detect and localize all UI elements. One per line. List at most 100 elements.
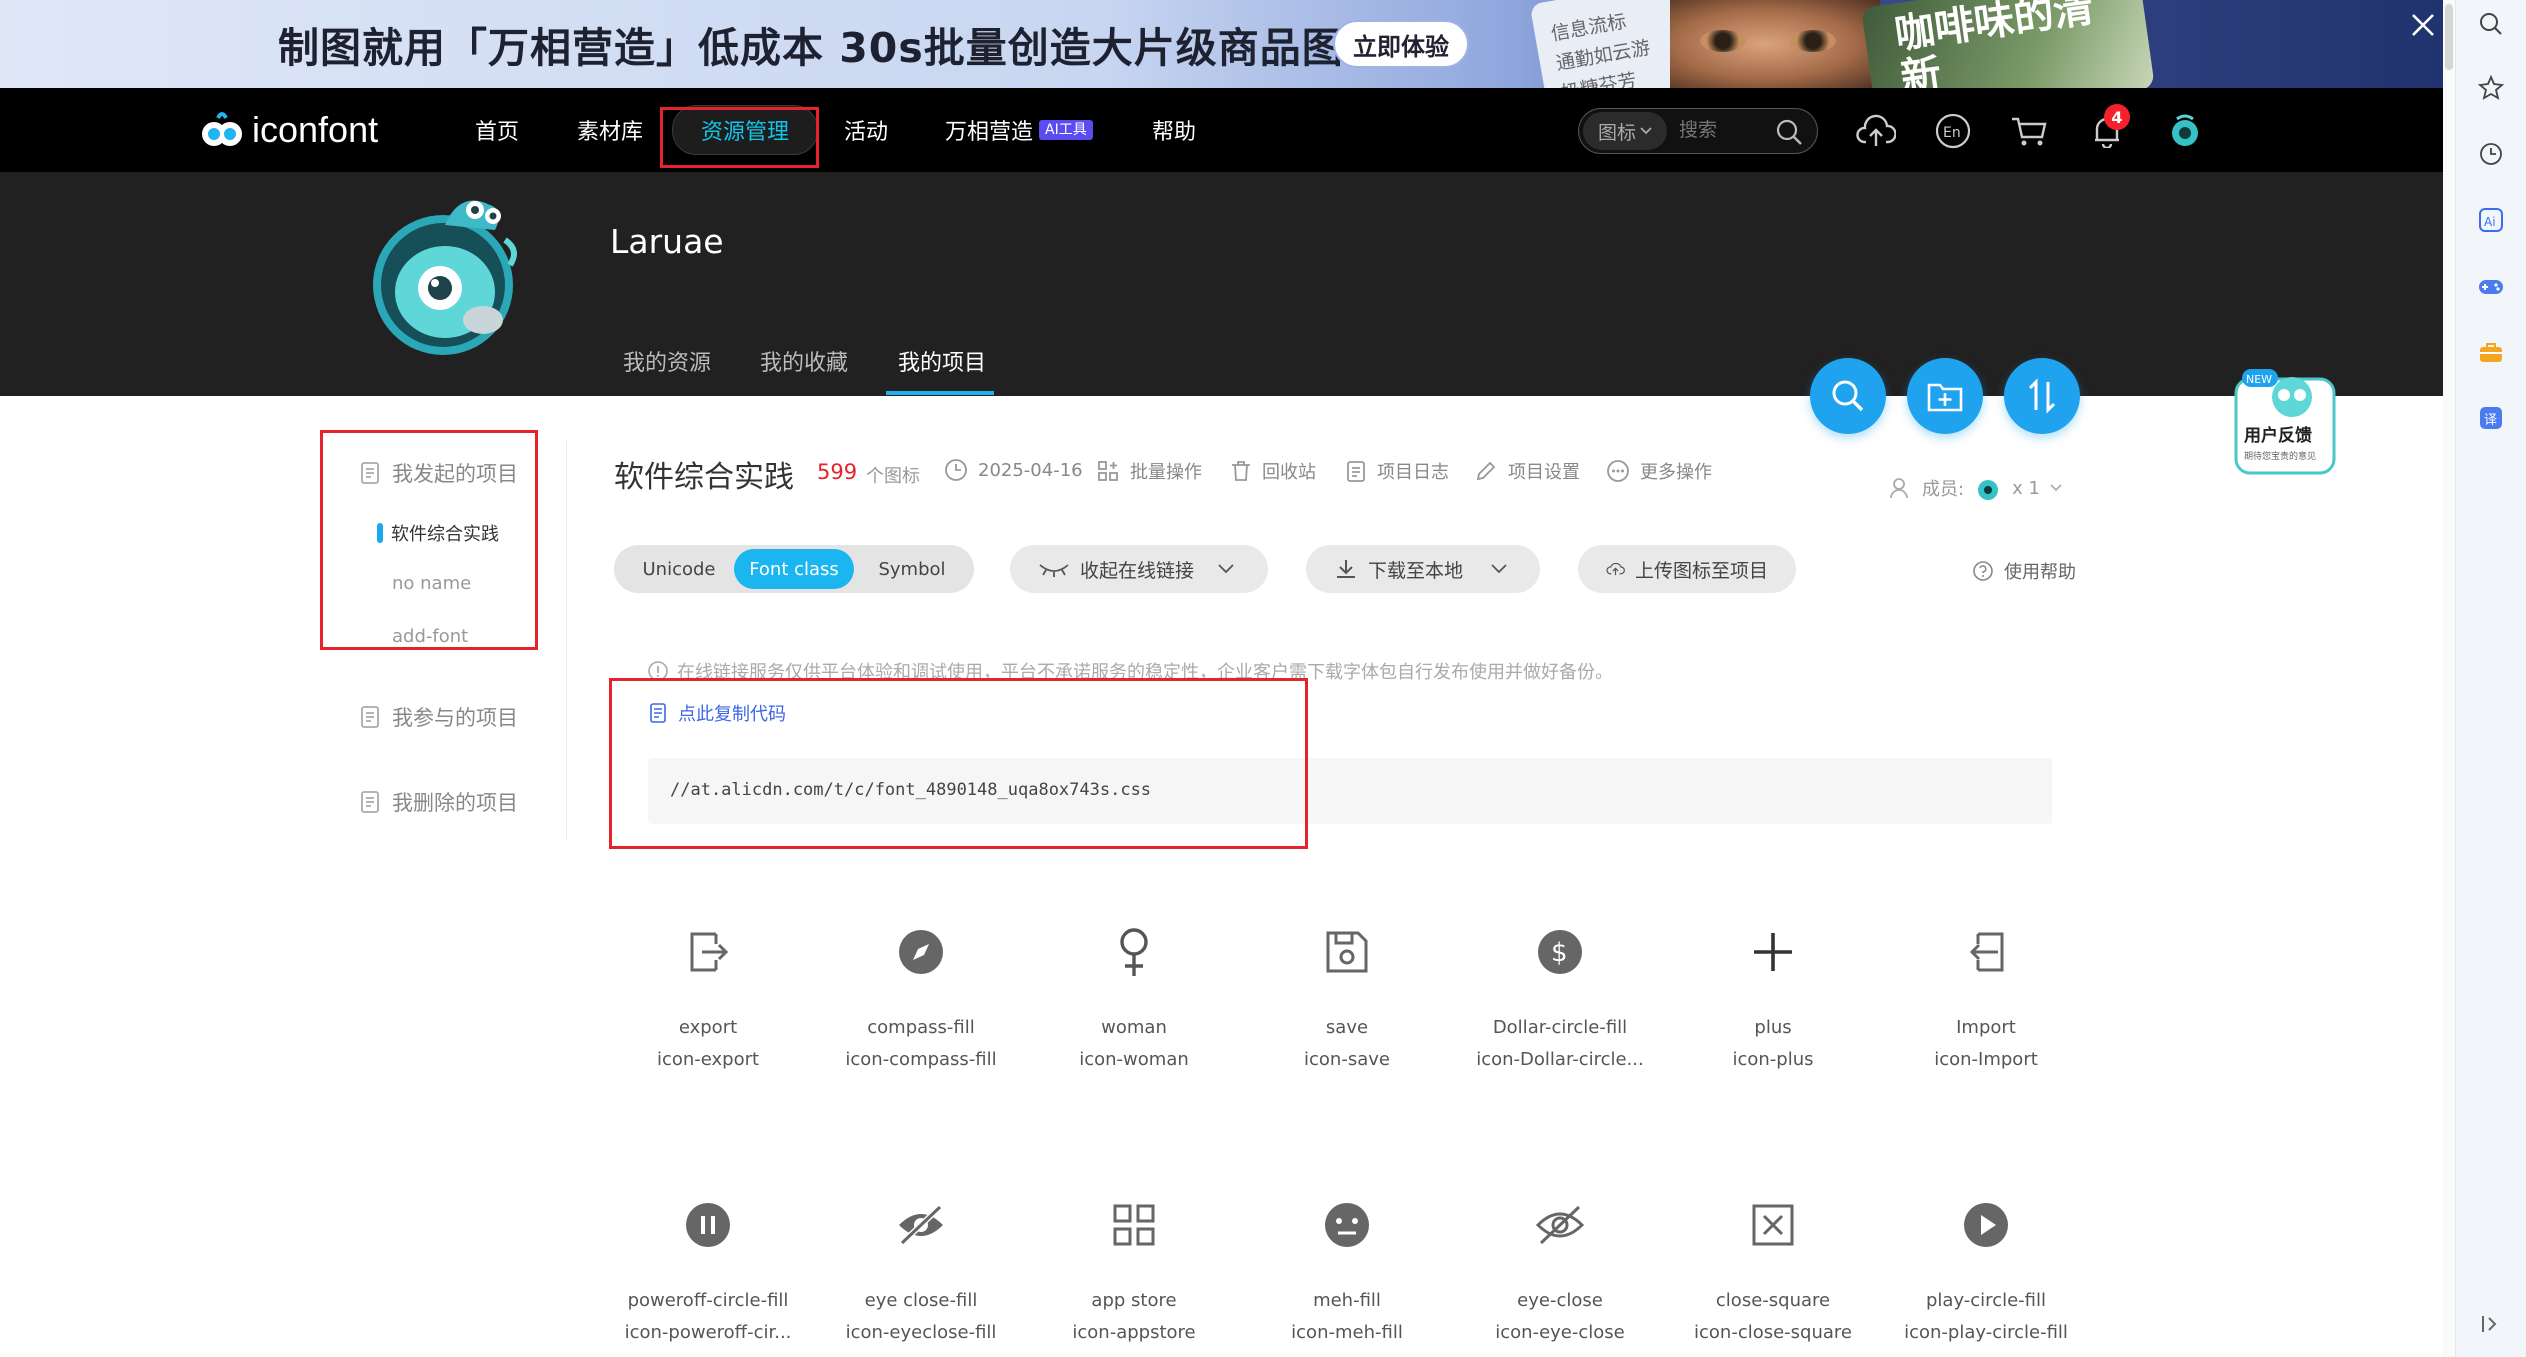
svg-text:En: En	[1943, 125, 1961, 141]
nav-item-library[interactable]: 素材库	[577, 88, 643, 172]
tab-my-favorites[interactable]: 我的收藏	[760, 345, 848, 377]
icon-name: export	[678, 1017, 738, 1038]
icon-card[interactable]: eye-close icon-eye-close	[1470, 1197, 1650, 1357]
promo-banner[interactable]: 制图就用「万相营造」低成本 30s批量创造大片级商品图 立即体验 信息流标 通勤…	[0, 0, 2443, 88]
banner-cta-button[interactable]: 立即体验	[1333, 20, 1469, 68]
icon-card[interactable]: play-circle-fill icon-play-circle-fill	[1896, 1197, 2076, 1357]
tab-my-resources[interactable]: 我的资源	[623, 345, 711, 377]
icon-card[interactable]: save icon-save	[1257, 924, 1437, 1104]
icon-card[interactable]: eye close-fill icon-eyeclose-fill	[831, 1197, 1011, 1357]
import-icon	[1958, 924, 2014, 980]
members-count: x 1	[2012, 477, 2040, 499]
icon-name: plus	[1754, 1017, 1792, 1038]
icon-card[interactable]: close-square icon-close-square	[1683, 1197, 1863, 1357]
recycle-bin-button[interactable]: 回收站	[1230, 458, 1316, 484]
project-log-button[interactable]: 项目日志	[1345, 458, 1449, 484]
toolbox-icon[interactable]	[2473, 334, 2509, 370]
icon-card[interactable]: compass-fill icon-compass-fill	[831, 924, 1011, 1104]
icon-name: play-circle-fill	[1926, 1290, 2046, 1311]
star-icon[interactable]	[2473, 70, 2509, 106]
icon-card[interactable]: meh-fill icon-meh-fill	[1257, 1197, 1437, 1357]
search-input[interactable]	[1679, 120, 1779, 142]
feedback-widget[interactable]: NEW 用户反馈 期待您宝贵的意见	[2232, 365, 2338, 477]
project-date: 2025-04-16	[944, 458, 1083, 482]
ai-assistant-icon[interactable]: Ai	[2473, 202, 2509, 238]
browser-side-panel: Ai 译	[2455, 0, 2526, 1357]
gamepad-icon[interactable]	[2473, 268, 2509, 304]
feedback-sub: 期待您宝贵的意见	[2244, 450, 2316, 462]
logo-text: iconfont	[252, 109, 379, 150]
icon-card[interactable]: poweroff-circle-fill icon-poweroff-cir..…	[618, 1197, 798, 1357]
appstore-icon	[1106, 1197, 1162, 1253]
banner-close-icon[interactable]	[2406, 8, 2440, 42]
batch-operation-button[interactable]: 批量操作	[1096, 458, 1202, 484]
collapse-online-link-button[interactable]: 收起在线链接	[1010, 545, 1268, 593]
banner-headline: 制图就用「万相营造」低成本 30s批量创造大片级商品图	[278, 24, 1344, 72]
collapse-panel-icon[interactable]	[2473, 1306, 2509, 1342]
upload-cloud-icon[interactable]	[1855, 110, 1897, 152]
icon-name: compass-fill	[867, 1017, 975, 1038]
icon-card[interactable]: woman icon-woman	[1044, 924, 1224, 1104]
language-en-icon[interactable]: En	[1932, 110, 1974, 152]
upload-icons-button[interactable]: 上传图标至项目	[1578, 545, 1796, 593]
search-icon[interactable]	[1775, 118, 1803, 146]
icon-name: poweroff-circle-fill	[627, 1290, 789, 1311]
icon-card[interactable]: app store icon-appstore	[1044, 1197, 1224, 1357]
icon-name: meh-fill	[1313, 1290, 1381, 1311]
project-members[interactable]: 成员: x 1	[1890, 474, 2062, 502]
iconfont-logo[interactable]: iconfont	[200, 108, 378, 152]
download-icon	[1337, 560, 1355, 578]
project-settings-button[interactable]: 项目设置	[1474, 458, 1580, 484]
user-avatar-icon[interactable]	[2164, 110, 2206, 152]
more-operations-button[interactable]: 更多操作	[1606, 458, 1712, 484]
tab-symbol[interactable]: Symbol	[854, 549, 970, 589]
cart-icon[interactable]	[2008, 110, 2050, 152]
icon-name: eye close-fill	[864, 1290, 978, 1311]
tab-unicode[interactable]: Unicode	[620, 549, 738, 589]
member-avatar-icon	[1978, 480, 1999, 500]
icon-card[interactable]: plus icon-plus	[1683, 924, 1863, 1104]
search-fab-button[interactable]	[1810, 358, 1886, 434]
nav-item-home[interactable]: 首页	[475, 88, 519, 172]
search-scope-label: 图标	[1597, 121, 1636, 144]
icon-card[interactable]: export icon-export	[618, 924, 798, 1104]
more-icon	[1607, 460, 1629, 482]
chevron-down-icon	[2050, 484, 2062, 492]
tab-font-class[interactable]: Font class	[734, 549, 854, 589]
icon-card[interactable]: Import icon-Import	[1896, 924, 2076, 1104]
save-icon	[1319, 924, 1375, 980]
feedback-label: 用户反馈	[2244, 425, 2312, 446]
feedback-new-tag: NEW	[2246, 373, 2272, 386]
usage-help-link[interactable]: 使用帮助	[1972, 558, 2076, 584]
pause-circle-icon	[680, 1197, 736, 1253]
tab-my-projects[interactable]: 我的项目	[898, 345, 986, 377]
search-scope-select[interactable]: 图标	[1583, 112, 1667, 150]
page-scrollbar[interactable]	[2443, 0, 2455, 1357]
icon-class: icon-close-square	[1694, 1322, 1852, 1343]
folder-add-icon	[1927, 383, 1963, 412]
icon-card[interactable]: $ Dollar-circle-fill icon-Dollar-circle.…	[1470, 924, 1650, 1104]
history-icon[interactable]	[2473, 136, 2509, 172]
sort-fab-button[interactable]	[2004, 358, 2080, 434]
eye-close-icon	[1039, 564, 1069, 577]
nav-label: 活动	[844, 120, 889, 145]
translate-icon[interactable]: 译	[2473, 400, 2509, 436]
new-folder-fab-button[interactable]	[1907, 358, 1983, 434]
sidebar-joined-projects[interactable]: 我参与的项目	[360, 702, 518, 732]
nav-item-help[interactable]: 帮助	[1152, 88, 1196, 172]
icon-class: icon-play-circle-fill	[1904, 1322, 2068, 1343]
sidebar-divider	[566, 440, 567, 840]
banner-card-title: 咖啡味的清新	[1861, 0, 2155, 88]
download-local-button[interactable]: 下载至本地	[1306, 545, 1540, 593]
sort-icon	[2028, 378, 2056, 414]
sidebar-deleted-projects[interactable]: 我删除的项目	[360, 787, 518, 817]
chevron-down-icon	[1640, 127, 1652, 135]
highlight-box-code	[609, 678, 1308, 849]
search-icon[interactable]	[2473, 6, 2509, 42]
icon-name: Import	[1956, 1017, 2016, 1038]
icon-name: Dollar-circle-fill	[1492, 1017, 1628, 1038]
nav-item-wanxiang[interactable]: 万相营造 AI工具	[945, 88, 1093, 172]
nav-item-activity[interactable]: 活动	[844, 88, 888, 172]
scrollbar-thumb[interactable]	[2445, 4, 2453, 70]
highlight-box-sidebar	[320, 430, 538, 650]
